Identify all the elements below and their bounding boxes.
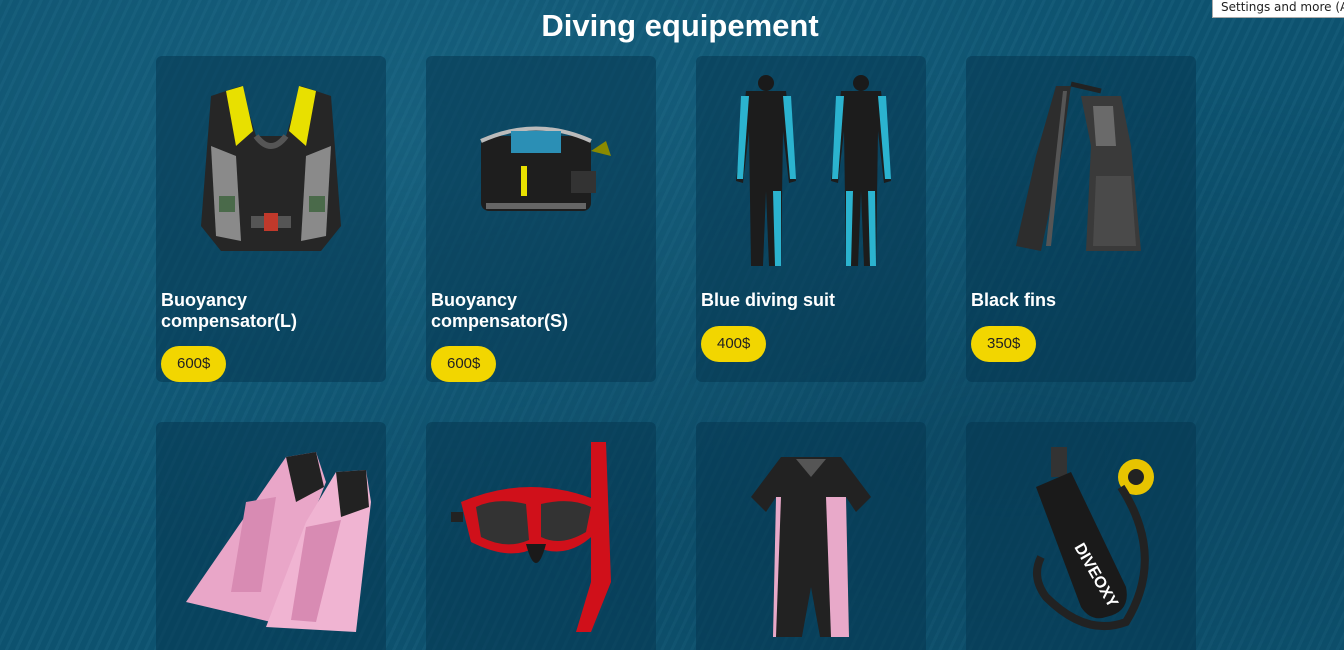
vest-icon [201, 86, 341, 251]
price-badge[interactable]: 400$ [701, 326, 767, 362]
price-badge[interactable]: 600$ [431, 346, 497, 382]
product-card-black-fins[interactable]: Black fins 350$ [966, 56, 1196, 382]
product-name: Buoyancy compensator(L) [161, 290, 298, 331]
product-image[interactable] [426, 422, 656, 650]
product-image[interactable]: DIVEOXY [966, 422, 1196, 650]
price-badge[interactable]: 350$ [971, 326, 1037, 362]
bcd-icon [480, 126, 611, 211]
product-image[interactable] [696, 56, 926, 286]
product-card-mask-snorkel[interactable] [426, 422, 656, 650]
product-card-pink-fins[interactable] [156, 422, 386, 650]
product-image[interactable] [426, 56, 656, 286]
product-image[interactable] [156, 56, 386, 286]
product-image[interactable] [156, 422, 386, 650]
product-card-air-tank[interactable]: DIVEOXY [966, 422, 1196, 650]
product-card-shorty-suit[interactable] [696, 422, 926, 650]
product-card-bcd-small[interactable]: Buoyancy compensator(S) 600$ [426, 56, 656, 382]
product-name: Buoyancy compensator(S) [431, 290, 569, 331]
black-fins-icon [1016, 81, 1141, 251]
tank-icon: DIVEOXY [1033, 447, 1154, 631]
product-name: Blue diving suit [701, 290, 836, 310]
product-name: Black fins [971, 290, 1057, 310]
shorty-suit-icon [751, 457, 871, 637]
product-image[interactable] [966, 56, 1196, 286]
price-badge[interactable]: 600$ [161, 346, 227, 382]
pink-fins-icon [186, 452, 371, 632]
mask-snorkel-icon [451, 442, 611, 632]
wetsuit-icon [736, 75, 891, 266]
page-title: Diving equipement [541, 8, 819, 43]
product-image[interactable] [696, 422, 926, 650]
product-card-blue-suit[interactable]: Blue diving suit 400$ [696, 56, 926, 382]
product-card-bcd-large[interactable]: Buoyancy compensator(L) 600$ [156, 56, 386, 382]
browser-tooltip: Settings and more (Alt+F) [1212, 0, 1344, 18]
